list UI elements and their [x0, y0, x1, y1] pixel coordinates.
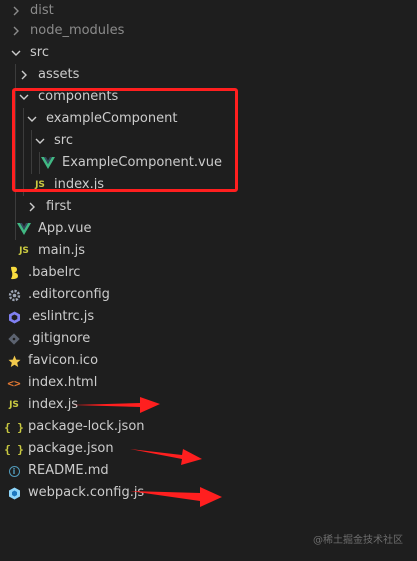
tree-item-label: components [38, 89, 119, 104]
tree-item-assets[interactable]: assets [0, 64, 417, 86]
tree-item-components[interactable]: components [0, 86, 417, 108]
tree-item-src[interactable]: src [0, 42, 417, 64]
webpack-icon [6, 485, 22, 501]
tree-item-label: first [46, 199, 72, 214]
tree-item-label: main.js [38, 243, 85, 258]
git-icon [6, 331, 22, 347]
tree-item-examplecomponent[interactable]: exampleComponent [0, 108, 417, 130]
tree-item-label: README.md [28, 463, 109, 478]
json-icon: { } [4, 442, 24, 456]
tree-item-index-js-component[interactable]: JS index.js [0, 174, 417, 196]
tree-item-readme[interactable]: i README.md [0, 460, 417, 482]
tree-item-label: index.js [28, 397, 79, 412]
tree-item-dist[interactable]: dist [0, 0, 417, 22]
gear-icon [6, 287, 22, 303]
chevron-down-icon [24, 111, 40, 127]
tree-item-gitignore[interactable]: .gitignore [0, 328, 417, 350]
watermark: @稀土掘金技术社区 [313, 535, 403, 546]
tree-item-app-vue[interactable]: App.vue [0, 218, 417, 240]
chevron-right-icon [24, 199, 40, 215]
tree-item-main-js[interactable]: JS main.js [0, 240, 417, 262]
tree-item-label: ExampleComponent.vue [62, 155, 222, 170]
tree-item-webpack-config[interactable]: webpack.config.js [0, 482, 417, 504]
tree-item-label: .eslintrc.js [28, 309, 95, 324]
tree-item-label: package-lock.json [28, 419, 145, 434]
tree-item-index-html[interactable]: <> index.html [0, 372, 417, 394]
tree-item-label: index.js [54, 177, 105, 192]
chevron-down-icon [16, 89, 32, 105]
js-icon: JS [35, 180, 45, 190]
vue-icon [16, 221, 32, 237]
chevron-right-icon [8, 23, 24, 39]
tree-item-label: index.html [28, 375, 98, 390]
info-glyph: i [8, 465, 20, 477]
tree-item-examplecomponent-vue[interactable]: ExampleComponent.vue [0, 152, 417, 174]
tree-item-node-modules[interactable]: node_modules [0, 20, 417, 42]
tree-item-index-js[interactable]: JS index.js [0, 394, 417, 416]
tree-item-babelrc[interactable]: .babelrc [0, 262, 417, 284]
js-icon: JS [19, 246, 29, 256]
tree-item-label: exampleComponent [46, 111, 178, 126]
tree-item-label: dist [30, 3, 54, 18]
html-icon: <> [7, 376, 21, 390]
tree-item-label: .gitignore [28, 331, 91, 346]
chevron-right-icon [8, 3, 24, 19]
tree-item-label: .babelrc [28, 265, 81, 280]
tree-item-src-nested[interactable]: src [0, 130, 417, 152]
babel-icon [6, 265, 22, 281]
eslint-icon [6, 309, 22, 325]
json-icon: { } [4, 420, 24, 434]
tree-item-editorconfig[interactable]: .editorconfig [0, 284, 417, 306]
tree-item-label: favicon.ico [28, 353, 99, 368]
tree-item-label: src [30, 45, 49, 60]
js-icon: JS [9, 400, 19, 410]
star-icon [6, 353, 22, 369]
tree-item-label: src [54, 133, 73, 148]
tree-item-package-lock-json[interactable]: { } package-lock.json [0, 416, 417, 438]
tree-item-label: App.vue [38, 221, 92, 236]
chevron-right-icon [16, 67, 32, 83]
info-icon: i [6, 463, 22, 479]
tree-item-package-json[interactable]: { } package.json [0, 438, 417, 460]
tree-item-label: package.json [28, 441, 114, 456]
chevron-down-icon [8, 45, 24, 61]
tree-item-eslintrc[interactable]: .eslintrc.js [0, 306, 417, 328]
tree-item-label: webpack.config.js [28, 485, 145, 500]
tree-item-first[interactable]: first [0, 196, 417, 218]
chevron-down-icon [32, 133, 48, 149]
tree-item-favicon[interactable]: favicon.ico [0, 350, 417, 372]
tree-item-label: assets [38, 67, 80, 82]
tree-item-label: node_modules [30, 23, 125, 38]
tree-item-label: .editorconfig [28, 287, 110, 302]
vue-icon [40, 155, 56, 171]
